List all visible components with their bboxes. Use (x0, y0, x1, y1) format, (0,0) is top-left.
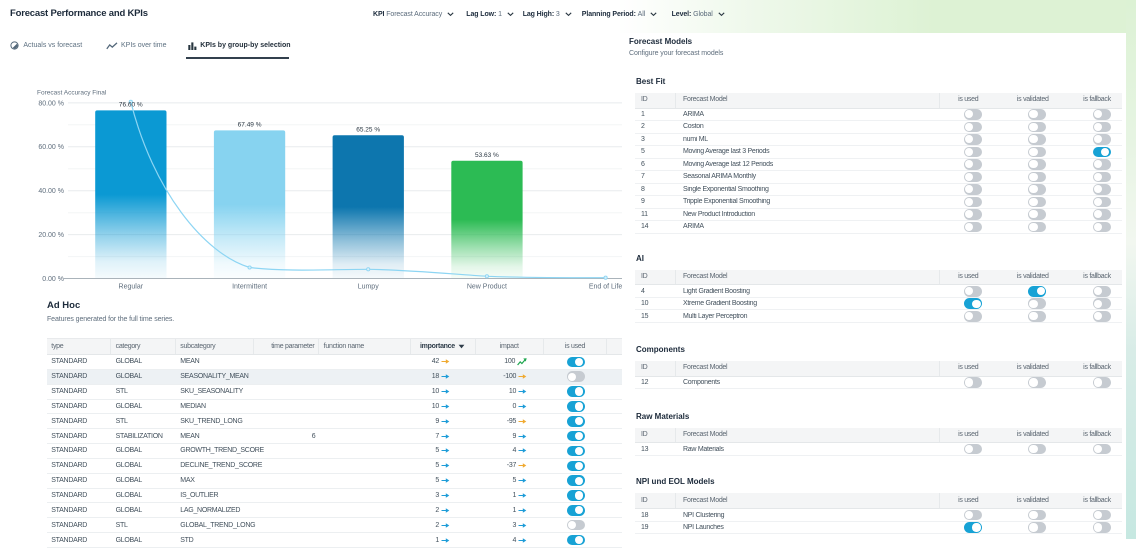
svg-text:New Product: New Product (467, 284, 507, 291)
svg-text:20.00 %: 20.00 % (38, 232, 64, 239)
svg-text:End of Life: End of Life (589, 284, 623, 291)
svg-text:40.00 %: 40.00 % (38, 188, 64, 195)
svg-text:Regular: Regular (119, 284, 144, 291)
svg-text:53.63 %: 53.63 % (475, 152, 499, 159)
svg-text:76.60 %: 76.60 % (119, 101, 143, 108)
svg-text:Lumpy: Lumpy (358, 284, 380, 291)
svg-text:60.00 %: 60.00 % (38, 144, 64, 151)
svg-text:80.00 %: 80.00 % (38, 100, 64, 107)
svg-text:Intermittent: Intermittent (232, 284, 267, 291)
svg-text:67.49 %: 67.49 % (238, 121, 262, 128)
svg-text:0.00 %: 0.00 % (42, 276, 64, 283)
svg-text:65.25 %: 65.25 % (356, 126, 380, 133)
svg-text:Forecast Accuracy Final: Forecast Accuracy Final (37, 90, 107, 97)
